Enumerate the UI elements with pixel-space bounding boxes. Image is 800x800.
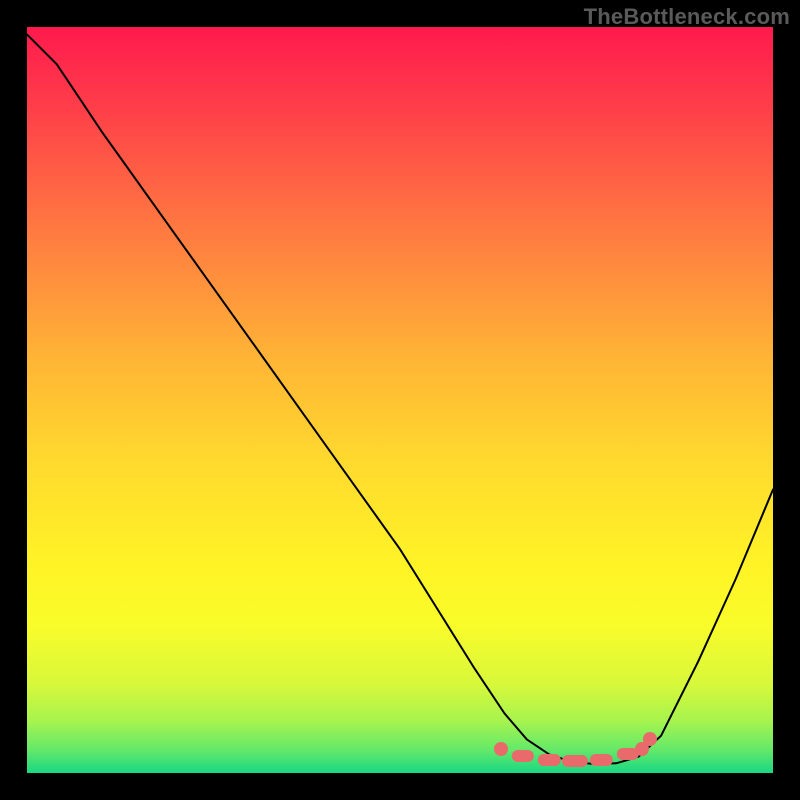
optimal-marker bbox=[590, 754, 612, 766]
optimal-marker bbox=[538, 754, 560, 766]
optimal-marker bbox=[512, 750, 534, 762]
optimal-marker bbox=[494, 742, 508, 756]
optimal-marker bbox=[643, 732, 657, 746]
attribution-text: TheBottleneck.com bbox=[584, 4, 790, 30]
marker-layer bbox=[27, 27, 773, 773]
chart-frame bbox=[27, 27, 773, 773]
optimal-marker bbox=[562, 755, 588, 767]
